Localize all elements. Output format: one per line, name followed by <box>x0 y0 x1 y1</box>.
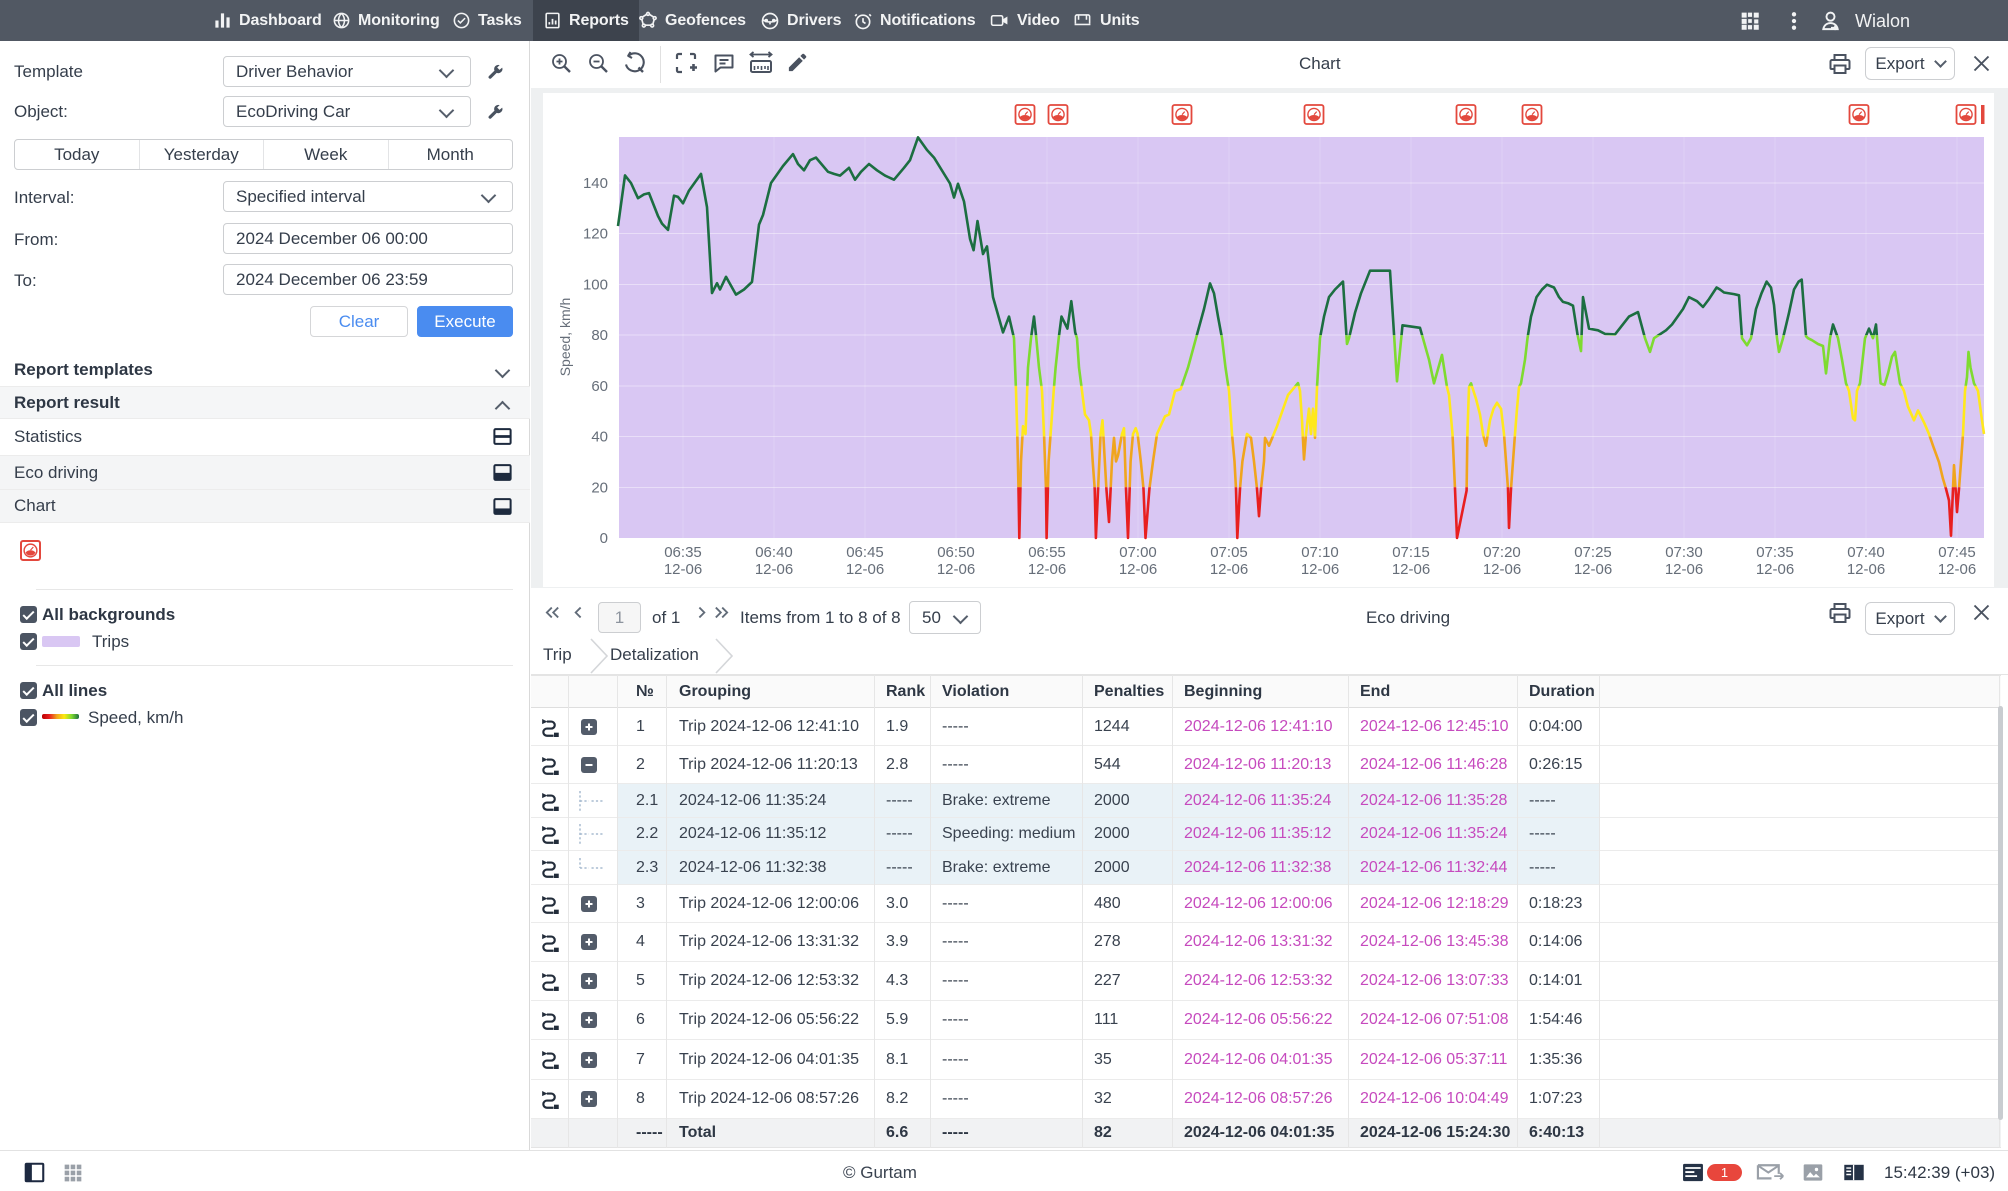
svg-text:07:15: 07:15 <box>1392 544 1430 561</box>
svg-text:12-06: 12-06 <box>664 561 702 578</box>
svg-text:07:05: 07:05 <box>1210 544 1248 561</box>
svg-text:140: 140 <box>583 175 608 192</box>
svg-text:07:30: 07:30 <box>1665 544 1703 561</box>
svg-text:120: 120 <box>583 226 608 243</box>
svg-text:60: 60 <box>591 378 608 395</box>
svg-text:12-06: 12-06 <box>1210 561 1248 578</box>
svg-text:07:25: 07:25 <box>1574 544 1612 561</box>
svg-text:12-06: 12-06 <box>1392 561 1430 578</box>
svg-text:07:40: 07:40 <box>1847 544 1885 561</box>
svg-text:40: 40 <box>591 429 608 446</box>
svg-text:80: 80 <box>591 327 608 344</box>
svg-text:12-06: 12-06 <box>1028 561 1066 578</box>
svg-text:Speed, km/h: Speed, km/h <box>557 298 573 377</box>
svg-text:07:00: 07:00 <box>1119 544 1157 561</box>
svg-text:12-06: 12-06 <box>1665 561 1703 578</box>
svg-text:07:35: 07:35 <box>1756 544 1794 561</box>
svg-text:12-06: 12-06 <box>1574 561 1612 578</box>
svg-text:06:55: 06:55 <box>1028 544 1066 561</box>
svg-text:12-06: 12-06 <box>1483 561 1521 578</box>
svg-text:06:40: 06:40 <box>755 544 793 561</box>
svg-text:06:50: 06:50 <box>937 544 975 561</box>
svg-text:12-06: 12-06 <box>846 561 884 578</box>
svg-text:12-06: 12-06 <box>1301 561 1339 578</box>
svg-text:12-06: 12-06 <box>1938 561 1976 578</box>
svg-text:12-06: 12-06 <box>937 561 975 578</box>
svg-text:12-06: 12-06 <box>755 561 793 578</box>
svg-text:06:45: 06:45 <box>846 544 884 561</box>
svg-text:06:35: 06:35 <box>664 544 702 561</box>
svg-text:12-06: 12-06 <box>1119 561 1157 578</box>
svg-text:20: 20 <box>591 479 608 496</box>
svg-text:07:10: 07:10 <box>1301 544 1339 561</box>
svg-text:0: 0 <box>600 530 608 547</box>
svg-text:12-06: 12-06 <box>1847 561 1885 578</box>
svg-text:100: 100 <box>583 276 608 293</box>
svg-text:07:20: 07:20 <box>1483 544 1521 561</box>
svg-text:12-06: 12-06 <box>1756 561 1794 578</box>
svg-text:07:45: 07:45 <box>1938 544 1976 561</box>
